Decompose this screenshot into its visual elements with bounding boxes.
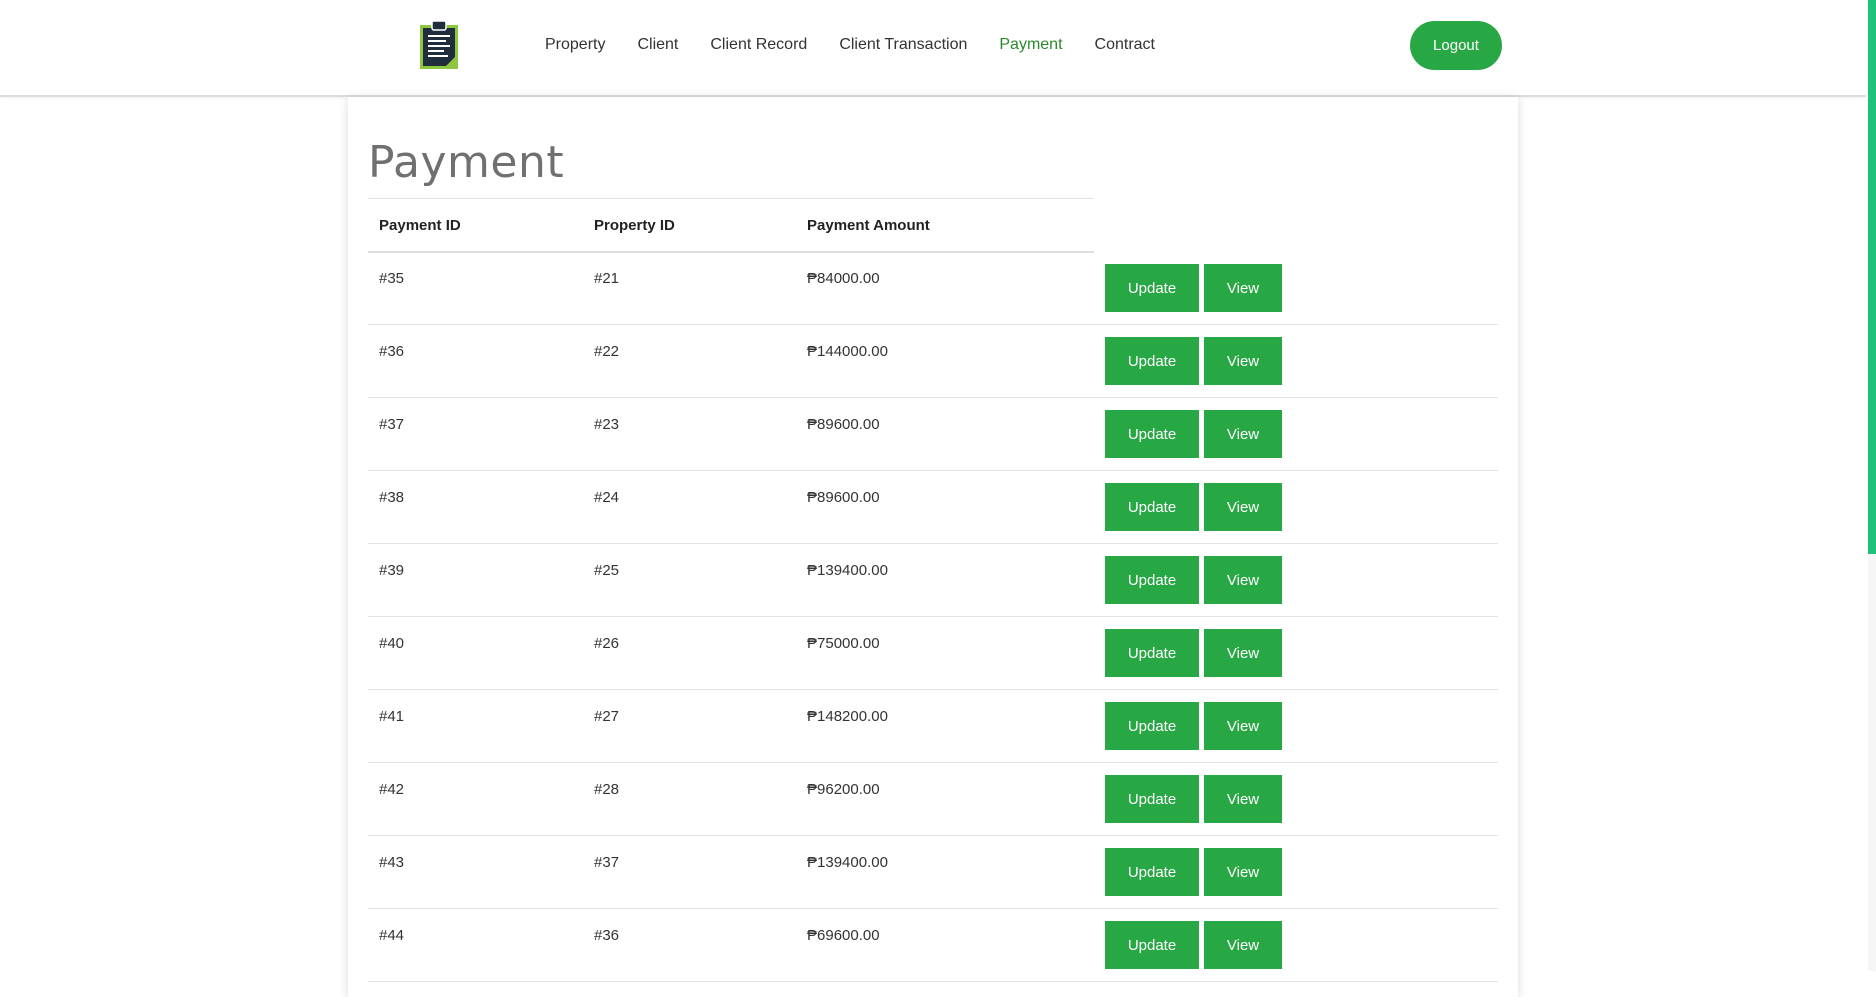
- property-id-cell: #27: [594, 708, 620, 725]
- payment-amount-cell: ₱139400.00: [807, 562, 888, 579]
- property-id-cell: #22: [594, 343, 620, 360]
- payment-amount-cell: ₱75000.00: [807, 635, 880, 652]
- table-row: #38 #24 ₱89600.00 Update View: [368, 471, 1498, 544]
- payment-amount-cell: ₱139400.00: [807, 854, 888, 871]
- table-body: #35 #21 ₱84000.00 Update View #36 #22 ₱144000.0…: [368, 252, 1498, 982]
- payment-id-cell: #35: [379, 270, 405, 287]
- property-id-cell: #23: [594, 416, 620, 433]
- property-id-cell: #25: [594, 562, 620, 579]
- view-button[interactable]: View: [1204, 556, 1282, 604]
- nav-item-payment[interactable]: Payment: [999, 35, 1062, 55]
- payment-id-cell: #40: [379, 635, 405, 652]
- update-button[interactable]: Update: [1105, 556, 1199, 604]
- payment-id-cell: #39: [379, 562, 405, 579]
- table-row: #40 #26 ₱75000.00 Update View: [368, 617, 1498, 690]
- table-row: #39 #25 ₱139400.00 Update View: [368, 544, 1498, 617]
- column-header-property-id: Property ID: [594, 217, 675, 234]
- payment-card: Payment Payment ID Property ID Payment A…: [348, 97, 1518, 997]
- view-button[interactable]: View: [1204, 483, 1282, 531]
- payment-id-cell: #42: [379, 781, 405, 798]
- view-button[interactable]: View: [1204, 848, 1282, 896]
- clipboard-logo-icon[interactable]: [420, 21, 458, 69]
- view-button[interactable]: View: [1204, 702, 1282, 750]
- payment-id-cell: #37: [379, 416, 405, 433]
- update-button[interactable]: Update: [1105, 410, 1199, 458]
- property-id-cell: #26: [594, 635, 620, 652]
- column-header-payment-id: Payment ID: [379, 217, 461, 234]
- table-row: #41 #27 ₱148200.00 Update View: [368, 690, 1498, 763]
- payment-amount-cell: ₱69600.00: [807, 927, 880, 944]
- payment-id-cell: #38: [379, 489, 405, 506]
- property-id-cell: #28: [594, 781, 620, 798]
- view-button[interactable]: View: [1204, 337, 1282, 385]
- payment-amount-cell: ₱89600.00: [807, 489, 880, 506]
- main-nav: Property Client Client Record Client Transa…: [545, 35, 1187, 55]
- view-button[interactable]: View: [1204, 629, 1282, 677]
- nav-item-property[interactable]: Property: [545, 35, 605, 55]
- view-button[interactable]: View: [1204, 921, 1282, 969]
- payment-amount-cell: ₱89600.00: [807, 416, 880, 433]
- logout-button[interactable]: Logout: [1410, 21, 1502, 70]
- update-button[interactable]: Update: [1105, 702, 1199, 750]
- column-header-payment-amount: Payment Amount: [807, 217, 930, 234]
- view-button[interactable]: View: [1204, 410, 1282, 458]
- scrollbar-track[interactable]: [1868, 0, 1876, 971]
- top-navbar: Property Client Client Record Client Transa…: [0, 0, 1866, 97]
- table-row: #42 #28 ₱96200.00 Update View: [368, 763, 1498, 836]
- payment-amount-cell: ₱84000.00: [807, 270, 880, 287]
- page-title: Payment: [368, 137, 565, 188]
- payment-amount-cell: ₱144000.00: [807, 343, 888, 360]
- table-row: #35 #21 ₱84000.00 Update View: [368, 252, 1498, 325]
- table-row: #36 #22 ₱144000.00 Update View: [368, 325, 1498, 398]
- scrollbar-thumb[interactable]: [1868, 0, 1876, 554]
- update-button[interactable]: Update: [1105, 629, 1199, 677]
- payment-id-cell: #36: [379, 343, 405, 360]
- update-button[interactable]: Update: [1105, 337, 1199, 385]
- payment-id-cell: #44: [379, 927, 405, 944]
- table-row: #43 #37 ₱139400.00 Update View: [368, 836, 1498, 909]
- payment-id-cell: #41: [379, 708, 405, 725]
- update-button[interactable]: Update: [1105, 775, 1199, 823]
- property-id-cell: #24: [594, 489, 620, 506]
- nav-item-client-transaction[interactable]: Client Transaction: [839, 35, 967, 55]
- update-button[interactable]: Update: [1105, 264, 1199, 312]
- property-id-cell: #36: [594, 927, 620, 944]
- property-id-cell: #21: [594, 270, 620, 287]
- table-header: Payment ID Property ID Payment Amount: [368, 199, 1094, 253]
- payment-amount-cell: ₱148200.00: [807, 708, 888, 725]
- view-button[interactable]: View: [1204, 264, 1282, 312]
- update-button[interactable]: Update: [1105, 921, 1199, 969]
- table-row: #37 #23 ₱89600.00 Update View: [368, 398, 1498, 471]
- payment-amount-cell: ₱96200.00: [807, 781, 880, 798]
- view-button[interactable]: View: [1204, 775, 1282, 823]
- nav-item-contract[interactable]: Contract: [1095, 35, 1155, 55]
- update-button[interactable]: Update: [1105, 848, 1199, 896]
- nav-item-client[interactable]: Client: [637, 35, 678, 55]
- update-button[interactable]: Update: [1105, 483, 1199, 531]
- payment-id-cell: #43: [379, 854, 405, 871]
- property-id-cell: #37: [594, 854, 620, 871]
- nav-item-client-record[interactable]: Client Record: [710, 35, 807, 55]
- table-row: #44 #36 ₱69600.00 Update View: [368, 909, 1498, 982]
